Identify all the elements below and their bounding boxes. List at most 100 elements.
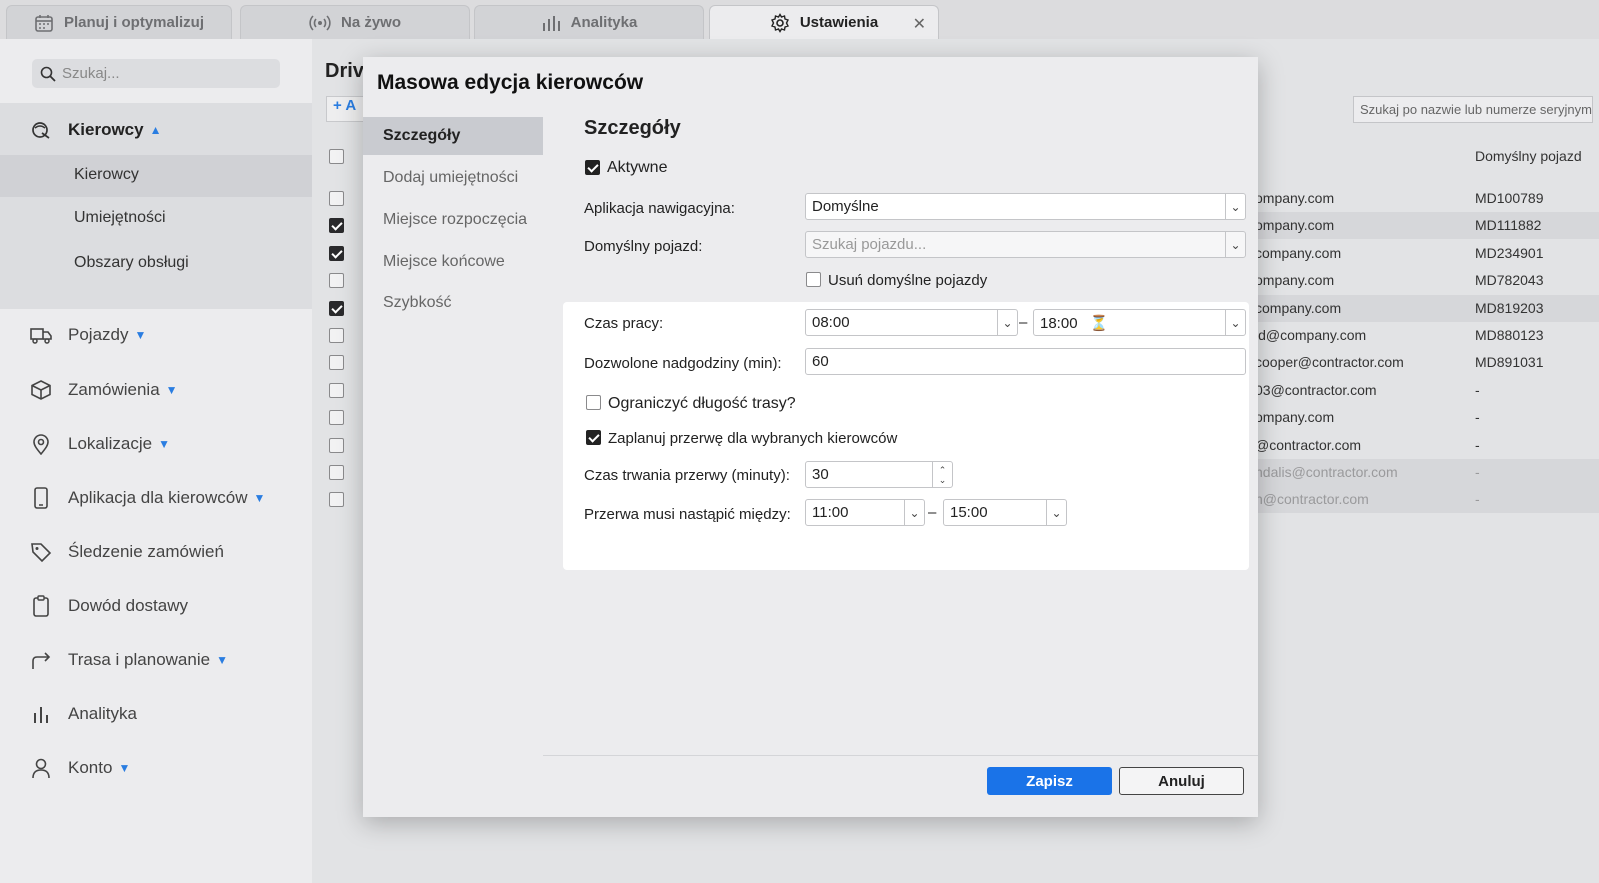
caret-down-icon: ▼ (253, 491, 266, 505)
sidebar-item-driver-app[interactable]: Aplikacja dla kierowców ▼ (30, 487, 265, 509)
tab-settings[interactable]: Ustawienia ✕ (709, 5, 939, 39)
nav-app-select[interactable]: Domyślne ⌄ (805, 193, 1246, 220)
sidebar-item-label: Lokalizacje (68, 434, 153, 453)
table-row[interactable]: ompany.com - (1255, 404, 1599, 431)
row-checkbox[interactable] (329, 273, 344, 288)
table-row[interactable]: n@contractor.com - (1255, 486, 1599, 513)
table-row[interactable]: 03@contractor.com - (1255, 377, 1599, 404)
sidebar-item-proof-of-delivery[interactable]: Dowód dostawy (30, 595, 188, 617)
user-icon (32, 758, 50, 779)
close-tab-icon[interactable]: ✕ (913, 14, 926, 34)
break-start-select[interactable]: 11:00 ⌄ (805, 499, 925, 526)
tab-label: Analityka (570, 14, 638, 31)
work-start-select[interactable]: 08:00 ⌄ (805, 309, 1018, 336)
column-header-default-vehicle[interactable]: Domyślny pojazd (1475, 148, 1582, 164)
plan-break-checkbox[interactable] (586, 430, 601, 445)
save-button[interactable]: Zapisz (987, 767, 1112, 795)
break-duration-stepper[interactable]: 30 ⌃ ⌄ (805, 461, 953, 488)
gear-icon (770, 12, 789, 33)
table-row[interactable]: @contractor.com - (1255, 432, 1599, 459)
row-checkbox[interactable] (329, 328, 344, 343)
tab-analytics[interactable]: Analityka (474, 5, 704, 39)
row-email: ompany.com (1255, 217, 1335, 233)
dialog-footer-divider (543, 755, 1258, 756)
caret-down-icon: ▼ (158, 437, 170, 451)
break-end-select[interactable]: 15:00 ⌄ (943, 499, 1067, 526)
table-row[interactable]: id@company.com MD880123 (1255, 322, 1599, 349)
sidebar-item-label: Zamówienia (68, 380, 160, 399)
sidebar-subitem-skills[interactable]: Umiejętności (74, 209, 166, 227)
tab-label: Na żywo (340, 14, 401, 31)
bulk-edit-dialog: Masowa edycja kierowców Szczegóły Dodaj … (363, 57, 1258, 817)
nav-app-value: Domyślne (812, 198, 879, 215)
tab-plan-optimize[interactable]: Planuj i optymalizuj (6, 5, 232, 39)
row-checkbox[interactable] (329, 383, 344, 398)
row-checkbox[interactable] (329, 246, 344, 261)
driver-search-input[interactable]: Szukaj po nazwie lub numerze seryjnym (1353, 96, 1593, 123)
dialog-nav-details[interactable]: Szczegóły (363, 117, 543, 155)
row-checkbox[interactable] (329, 218, 344, 233)
limit-route-checkbox[interactable] (586, 395, 601, 410)
row-checkbox[interactable] (329, 492, 344, 507)
mobile-phone-icon (34, 487, 48, 509)
caret-up-icon: ▲ (149, 123, 162, 137)
caret-down-icon: ▼ (134, 328, 147, 342)
work-end-select[interactable]: 18:00 ⏳ ⌄ (1033, 309, 1246, 336)
sidebar-subitem-service-areas[interactable]: Obszary obsługi (74, 254, 189, 272)
row-checkbox[interactable] (329, 465, 344, 480)
row-email: company.com (1255, 300, 1342, 316)
chevron-down-icon: ⌄ (1225, 232, 1245, 257)
row-email: ompany.com (1255, 272, 1335, 288)
row-default-vehicle: - (1475, 464, 1480, 480)
sidebar-item-label: Dowód dostawy (68, 596, 189, 615)
row-checkbox[interactable] (329, 438, 344, 453)
overtime-input[interactable]: 60 (805, 348, 1246, 375)
sidebar-item-label: Konto (68, 758, 113, 777)
calendar-icon (35, 14, 53, 32)
sidebar-search-input[interactable]: Szukaj... (32, 59, 280, 88)
row-checkbox[interactable] (329, 191, 344, 206)
default-vehicle-select[interactable]: Szukaj pojazdu... ⌄ (805, 231, 1246, 258)
table-row[interactable]: ompany.com MD111882 (1255, 212, 1599, 239)
sidebar-subitem-drivers[interactable]: Kierowcy (74, 166, 139, 184)
dialog-nav-end-location[interactable]: Miejsce końcowe (363, 243, 543, 281)
sidebar-item-locations[interactable]: Lokalizacje ▼ (30, 433, 170, 455)
table-row[interactable]: ompany.com MD782043 (1255, 267, 1599, 294)
dialog-nav-speed[interactable]: Szybkość (363, 284, 543, 322)
select-all-checkbox[interactable] (329, 149, 344, 164)
row-default-vehicle: MD234901 (1475, 245, 1544, 261)
row-checkbox[interactable] (329, 301, 344, 316)
table-row[interactable]: company.com MD819203 (1255, 295, 1599, 322)
row-checkbox[interactable] (329, 355, 344, 370)
table-row[interactable]: ompany.com MD100789 (1255, 185, 1599, 212)
section-title: Szczegóły (584, 117, 681, 139)
row-default-vehicle: - (1475, 437, 1480, 453)
sidebar-item-vehicles[interactable]: Pojazdy ▼ (30, 324, 146, 346)
active-checkbox[interactable] (585, 160, 600, 175)
cancel-button[interactable]: Anuluj (1119, 767, 1244, 795)
dialog-nav-start-location[interactable]: Miejsce rozpoczęcia (363, 201, 543, 239)
row-default-vehicle: MD880123 (1475, 327, 1544, 343)
row-checkbox[interactable] (329, 410, 344, 425)
remove-default-vehicles-checkbox[interactable] (806, 272, 821, 287)
row-email: ompany.com (1255, 190, 1335, 206)
chevron-down-icon: ⌄ (904, 500, 924, 525)
table-row[interactable]: company.com MD234901 (1255, 240, 1599, 267)
add-driver-button[interactable]: + A (326, 96, 366, 122)
sidebar-item-orders[interactable]: Zamówienia ▼ (30, 379, 178, 401)
table-row[interactable]: cooper@contractor.com MD891031 (1255, 349, 1599, 376)
tab-live[interactable]: Na żywo (240, 5, 470, 39)
row-email: cooper@contractor.com (1255, 354, 1404, 370)
truck-icon (30, 328, 52, 344)
sidebar-item-analytics[interactable]: Analityka (30, 703, 137, 725)
stepper-arrows-icon[interactable]: ⌃ ⌄ (932, 462, 952, 487)
sidebar-item-order-tracking[interactable]: Śledzenie zamówień (30, 541, 224, 563)
page-title: Driv (325, 60, 364, 82)
sidebar-item-drivers[interactable]: Kierowcy ▲ (30, 119, 161, 141)
sidebar-item-account[interactable]: Konto ▼ (30, 757, 130, 779)
range-dash: – (1019, 314, 1028, 331)
sidebar-item-route-planning[interactable]: Trasa i planowanie ▼ (30, 649, 228, 671)
overtime-label: Dozwolone nadgodziny (min): (584, 355, 782, 372)
dialog-nav-add-skills[interactable]: Dodaj umiejętności (363, 159, 543, 197)
table-row[interactable]: ndalis@contractor.com - (1255, 459, 1599, 486)
